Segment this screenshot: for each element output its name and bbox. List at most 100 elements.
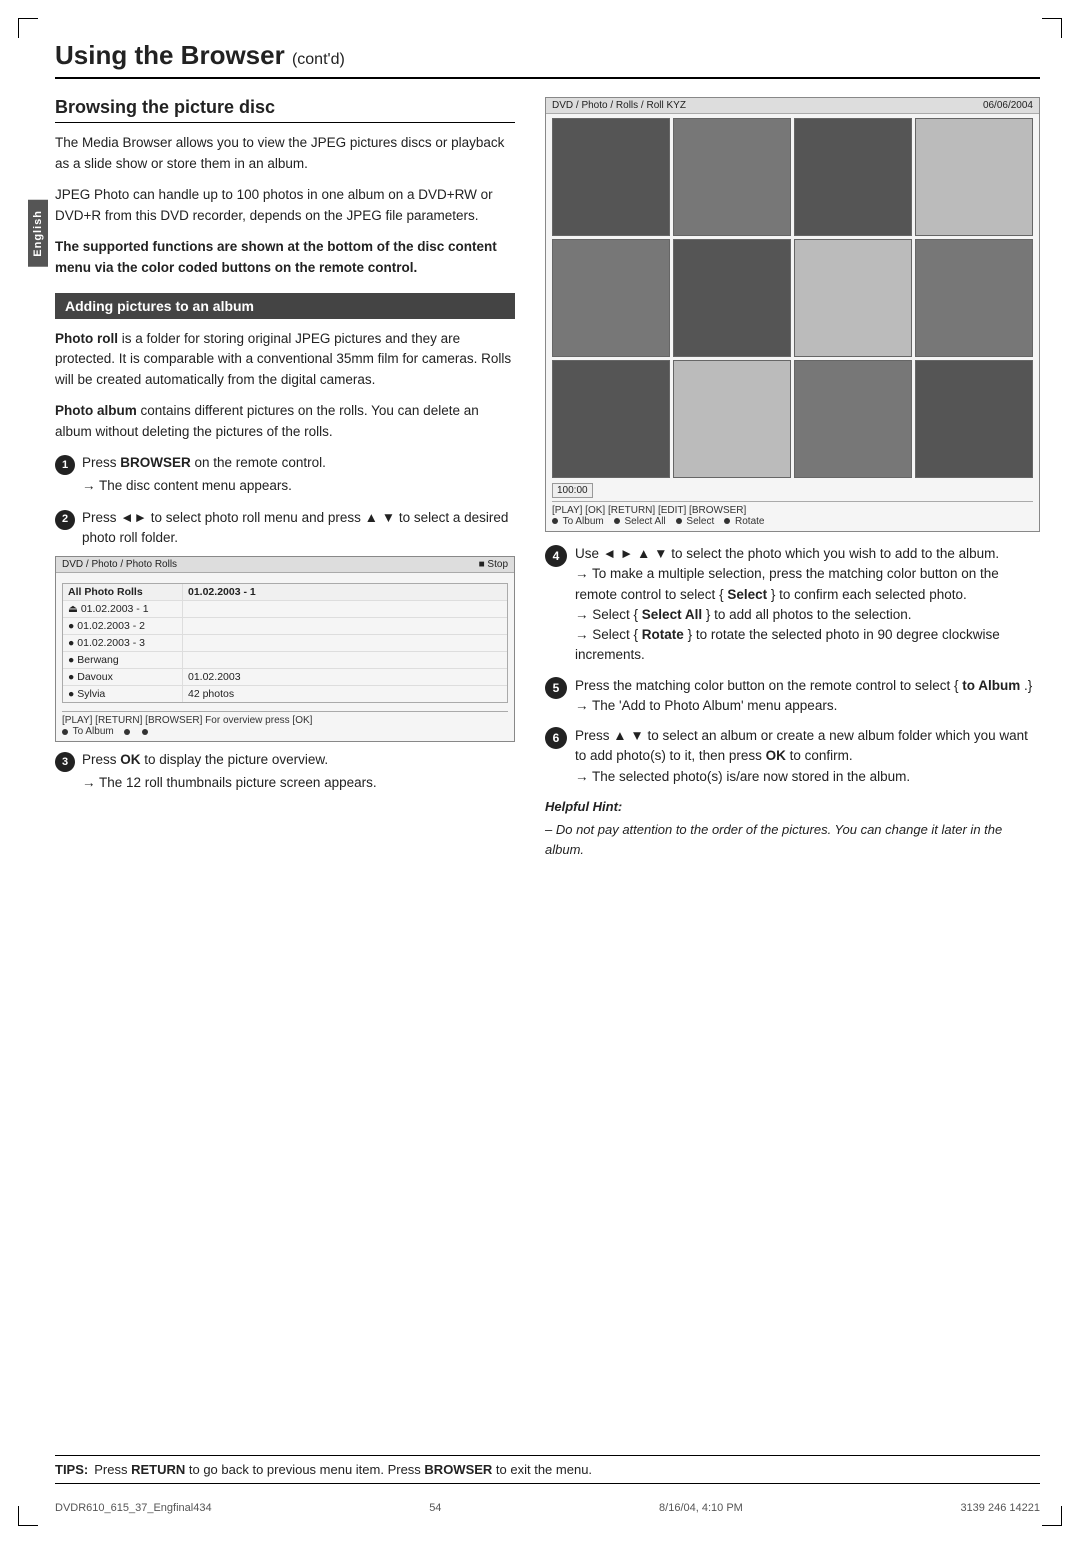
- legend-to-album: To Album: [62, 726, 114, 737]
- screen-top-bar-rolls: DVD / Photo / Photo Rolls ■ Stop: [56, 557, 514, 573]
- thumbnail-8: [915, 239, 1033, 357]
- table-row-3-col1: ● Berwang: [63, 652, 183, 668]
- screen-kyz-date: 06/06/2004: [983, 100, 1033, 111]
- step-1-number: 1: [55, 455, 75, 475]
- screen-kyz-counter: 100:00: [552, 483, 1033, 501]
- right-step-6: 6 Press ▲ ▼ to select an album or create…: [545, 726, 1040, 787]
- table-row-1-col1: ● 01.02.2003 - 2: [63, 618, 183, 634]
- footer-center: 54: [429, 1502, 441, 1514]
- step-2: 2 Press ◄► to select photo roll menu and…: [55, 508, 515, 549]
- step-3-text: Press OK to display the picture overview…: [82, 752, 328, 767]
- step-5-content: Press the matching color button on the r…: [575, 676, 1040, 717]
- step-3-arrow: The 12 roll thumbnails picture screen ap…: [82, 773, 515, 793]
- step-2-text: Press ◄► to select photo roll menu and p…: [82, 510, 508, 545]
- table-row-3-col2: [183, 652, 507, 668]
- table-row-2-col2: [183, 635, 507, 651]
- step-4-arrow-2: Select { Select All } to add all photos …: [575, 605, 1040, 625]
- screen-kyz-title: DVD / Photo / Rolls / Roll KYZ: [552, 100, 686, 111]
- screen-rolls-stop: ■ Stop: [479, 559, 508, 570]
- screen-kyz-legend: To Album Select All Select Rotate: [552, 516, 1033, 527]
- screen-rolls-title: DVD / Photo / Photo Rolls: [62, 559, 177, 570]
- photo-album-para: Photo album contains different pictures …: [55, 401, 515, 443]
- table-row-2: ● 01.02.2003 - 3: [63, 635, 507, 652]
- step-3: 3 Press OK to display the picture overvi…: [55, 750, 515, 797]
- photo-roll-bold: Photo roll: [55, 331, 118, 346]
- screen-kyz: DVD / Photo / Rolls / Roll KYZ 06/06/200…: [545, 97, 1040, 532]
- step-4-arrow-1: To make a multiple selection, press the …: [575, 564, 1040, 605]
- table-row-5-col2: 42 photos: [183, 686, 507, 702]
- table-row-0-col1: ⏏ 01.02.2003 - 1: [63, 601, 183, 617]
- table-row-4-col2: 01.02.2003: [183, 669, 507, 685]
- step-4-text: Use ◄ ► ▲ ▼ to select the photo which yo…: [575, 546, 999, 561]
- step-2-content: Press ◄► to select photo roll menu and p…: [82, 508, 515, 549]
- step-5-number: 5: [545, 677, 567, 699]
- tips-text: Press RETURN to go back to previous menu…: [94, 1462, 592, 1477]
- thumbnail-5: [552, 239, 670, 357]
- step-3-content: Press OK to display the picture overview…: [82, 750, 515, 797]
- footer-rightmost: 3139 246 14221: [960, 1502, 1040, 1514]
- kyz-legend-select: Select: [676, 516, 715, 527]
- step-2-number: 2: [55, 510, 75, 530]
- footer-left: DVDR610_615_37_Engfinal434: [55, 1502, 212, 1514]
- step-4-content: Use ◄ ► ▲ ▼ to select the photo which yo…: [575, 544, 1040, 666]
- page-title: Using the Browser (cont'd): [55, 40, 1040, 79]
- footer: DVDR610_615_37_Engfinal434 54 8/16/04, 4…: [55, 1502, 1040, 1514]
- table-row-1-col2: [183, 618, 507, 634]
- corner-mark-bl: [18, 1506, 38, 1526]
- two-column-layout: Browsing the picture disc The Media Brow…: [55, 97, 1040, 859]
- thumbnail-11: [794, 360, 912, 478]
- photo-roll-para: Photo roll is a folder for storing origi…: [55, 329, 515, 392]
- step-6-content: Press ▲ ▼ to select an album or create a…: [575, 726, 1040, 787]
- right-step-4: 4 Use ◄ ► ▲ ▼ to select the photo which …: [545, 544, 1040, 666]
- table-row-5: ● Sylvia 42 photos: [63, 686, 507, 702]
- corner-mark-br: [1042, 1506, 1062, 1526]
- step-1: 1 Press BROWSER on the remote control. T…: [55, 453, 515, 500]
- page-title-text: Using the Browser: [55, 40, 285, 70]
- table-header-row: All Photo Rolls 01.02.2003 - 1: [63, 584, 507, 601]
- screen-photo-rolls: DVD / Photo / Photo Rolls ■ Stop All Pho…: [55, 556, 515, 742]
- screen-kyz-buttons: [PLAY] [OK] [RETURN] [EDIT] [BROWSER]: [552, 501, 1033, 516]
- step-4-number: 4: [545, 545, 567, 567]
- photo-roll-text: is a folder for storing original JPEG pi…: [55, 331, 511, 388]
- corner-mark-tr: [1042, 18, 1062, 38]
- table-row-3: ● Berwang: [63, 652, 507, 669]
- intro-para-2: JPEG Photo can handle up to 100 photos i…: [55, 185, 515, 227]
- supported-functions-text: The supported functions are shown at the…: [55, 237, 515, 279]
- thumbnail-1: [552, 118, 670, 236]
- helpful-hint: Helpful Hint: – Do not pay attention to …: [545, 797, 1040, 860]
- hint-title: Helpful Hint:: [545, 797, 1040, 817]
- thumbnail-7: [794, 239, 912, 357]
- table-row-2-col1: ● 01.02.2003 - 3: [63, 635, 183, 651]
- screen-kyz-top-bar: DVD / Photo / Rolls / Roll KYZ 06/06/200…: [546, 98, 1039, 114]
- kyz-legend-select-all: Select All: [614, 516, 666, 527]
- thumbnail-9: [552, 360, 670, 478]
- page-title-contd: (cont'd): [292, 51, 345, 68]
- legend-dot2: [124, 726, 132, 737]
- intro-para-1: The Media Browser allows you to view the…: [55, 133, 515, 175]
- screen-rolls-buttons: [PLAY] [RETURN] [BROWSER] For overview p…: [62, 711, 508, 726]
- thumbnail-3: [794, 118, 912, 236]
- thumbnail-6: [673, 239, 791, 357]
- kyz-legend-to-album: To Album: [552, 516, 604, 527]
- table-row-4-col1: ● Davoux: [63, 669, 183, 685]
- screen-rolls-body: All Photo Rolls 01.02.2003 - 1 ⏏ 01.02.2…: [56, 573, 514, 741]
- legend-dot3: [142, 726, 150, 737]
- table-row-5-col1: ● Sylvia: [63, 686, 183, 702]
- step-1-text: Press BROWSER on the remote control.: [82, 455, 326, 470]
- main-content: Using the Browser (cont'd) Browsing the …: [55, 40, 1040, 1484]
- right-column: DVD / Photo / Rolls / Roll KYZ 06/06/200…: [545, 97, 1040, 859]
- screen-thumbnails-grid: [552, 118, 1033, 478]
- step-1-content: Press BROWSER on the remote control. The…: [82, 453, 515, 500]
- table-row-4: ● Davoux 01.02.2003: [63, 669, 507, 686]
- kyz-legend-rotate: Rotate: [724, 516, 764, 527]
- step-5-text: Press the matching color button on the r…: [575, 678, 1032, 693]
- step-1-arrow: The disc content menu appears.: [82, 476, 515, 496]
- table-row-0-col2: [183, 601, 507, 617]
- tips-label: TIPS:: [55, 1462, 88, 1477]
- photo-album-bold: Photo album: [55, 403, 137, 418]
- screen-kyz-body: 100:00 [PLAY] [OK] [RETURN] [EDIT] [BROW…: [546, 114, 1039, 531]
- tips-bar: TIPS: Press RETURN to go back to previou…: [55, 1455, 1040, 1484]
- thumbnail-2: [673, 118, 791, 236]
- step-4-arrow-3: Select { Rotate } to rotate the selected…: [575, 625, 1040, 666]
- sidebar-english-label: English: [28, 200, 48, 267]
